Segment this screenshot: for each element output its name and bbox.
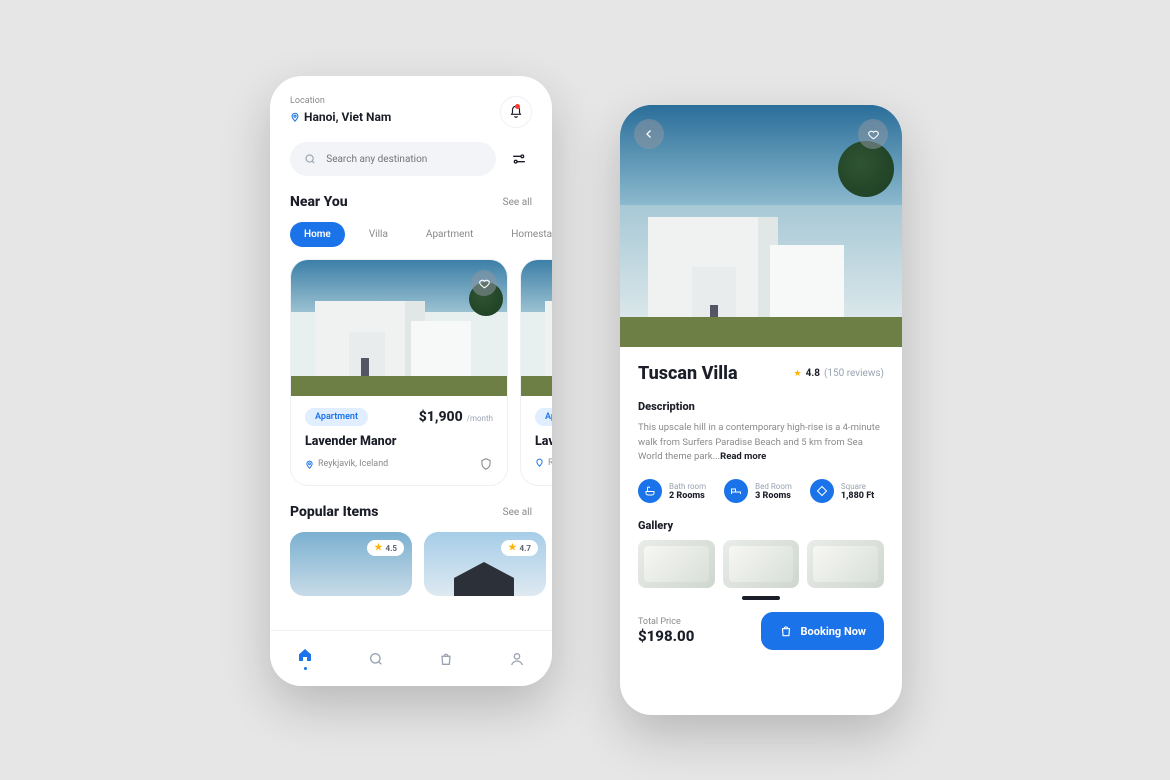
bag-icon [438, 651, 454, 667]
search-input[interactable] [326, 154, 482, 165]
listing-card[interactable]: Apartment $1,900 /month Lavender Manor R [290, 259, 508, 486]
star-icon: ★ [794, 369, 802, 379]
gallery-thumb[interactable] [638, 540, 715, 588]
heart-icon [867, 128, 880, 141]
amenity-bath: Bath room2 Rooms [638, 479, 706, 503]
bag-icon [779, 624, 793, 638]
near-you-title: Near You [290, 194, 348, 210]
back-button[interactable] [634, 119, 664, 149]
detail-screen: Tuscan Villa ★ 4.8 (150 reviews) Descrip… [620, 105, 902, 715]
chevron-left-icon [643, 128, 655, 140]
nav-bag[interactable] [438, 651, 454, 667]
book-now-button[interactable]: Booking Now [761, 612, 884, 650]
read-more-link[interactable]: Read more [720, 451, 766, 462]
tab-apartment[interactable]: Apartment [412, 222, 487, 247]
bottom-nav [270, 630, 552, 686]
listing-card[interactable]: Apartment Lavender Manor Reykjavik, Icel… [520, 259, 552, 486]
shield-icon [479, 457, 493, 471]
pin-icon [290, 111, 300, 123]
search-field[interactable] [290, 142, 496, 176]
hero-image [620, 105, 902, 347]
amenity-bed: Bed Room3 Rooms [724, 479, 792, 503]
tab-home[interactable]: Home [290, 222, 345, 247]
description-text: This upscale hill in a contemporary high… [638, 421, 884, 465]
listing-name: Lavender Manor [535, 434, 552, 449]
pin-icon [305, 459, 314, 470]
location-block[interactable]: Location Hanoi, Viet Nam [290, 96, 391, 124]
rating-badge: ★4.5 [367, 540, 404, 556]
area-icon [810, 479, 834, 503]
total-price: Total Price $198.00 [638, 617, 694, 645]
listing-name: Lavender Manor [305, 434, 493, 449]
rating: ★ 4.8 (150 reviews) [794, 368, 885, 379]
star-icon: ★ [374, 543, 382, 553]
popular-card[interactable]: ★4.7 [424, 532, 546, 596]
home-icon [297, 647, 313, 663]
gallery[interactable] [638, 540, 884, 588]
gallery-thumb[interactable] [723, 540, 800, 588]
listing-location: Reykjavik, Iceland [305, 459, 388, 470]
pin-icon [535, 457, 544, 468]
notifications-button[interactable] [500, 96, 532, 128]
listing-image [521, 260, 552, 396]
description-label: Description [638, 400, 884, 413]
bath-icon [638, 479, 662, 503]
sliders-icon [511, 151, 527, 167]
user-icon [509, 651, 525, 667]
rating-badge: ★4.7 [501, 540, 538, 556]
location-value: Hanoi, Viet Nam [304, 110, 391, 124]
listing-image [291, 260, 507, 396]
near-you-see-all[interactable]: See all [503, 197, 532, 208]
search-icon [368, 651, 384, 667]
notification-dot-icon [515, 104, 520, 109]
category-chip: Apartment [305, 408, 368, 426]
popular-title: Popular Items [290, 504, 378, 520]
nav-search[interactable] [368, 651, 384, 667]
bed-icon [724, 479, 748, 503]
listing-title: Tuscan Villa [638, 363, 738, 384]
favorite-button[interactable] [858, 119, 888, 149]
category-chip: Apartment [535, 408, 552, 426]
nav-profile[interactable] [509, 651, 525, 667]
star-icon: ★ [508, 543, 516, 553]
tab-villa[interactable]: Villa [355, 222, 402, 247]
favorite-button[interactable] [471, 270, 497, 296]
nav-home[interactable] [297, 647, 313, 670]
search-icon [304, 152, 316, 166]
amenity-area: Square1,880 Ft [810, 479, 874, 503]
tab-homestay[interactable]: Homestay [497, 222, 552, 247]
popular-see-all[interactable]: See all [503, 507, 532, 518]
home-screen: Location Hanoi, Viet Nam [270, 76, 552, 686]
scroll-indicator [742, 596, 780, 600]
popular-card[interactable]: ★4.5 [290, 532, 412, 596]
filter-button[interactable] [506, 142, 532, 176]
gallery-label: Gallery [638, 519, 884, 532]
location-label: Location [290, 96, 391, 106]
listing-location: Reykjavik, Iceland [535, 457, 552, 468]
heart-icon [478, 277, 491, 290]
category-tabs: Home Villa Apartment Homestay [270, 210, 552, 247]
gallery-thumb[interactable] [807, 540, 884, 588]
price: $1,900 /month [419, 409, 493, 425]
